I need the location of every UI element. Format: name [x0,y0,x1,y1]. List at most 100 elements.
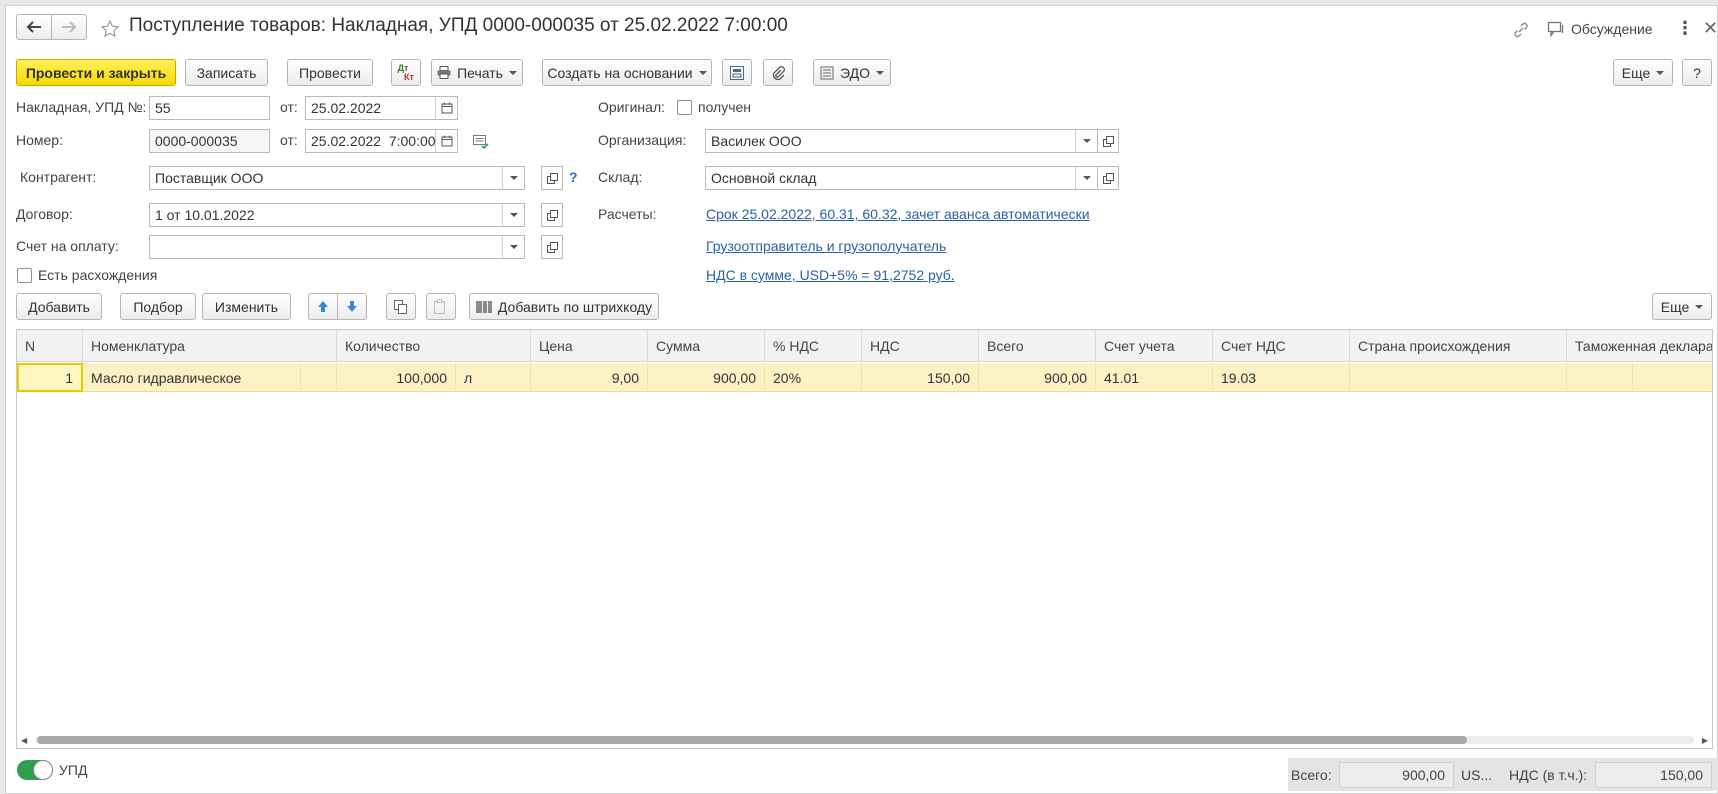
sum-cell[interactable]: 900,00 [648,363,765,392]
scroll-right-icon[interactable]: ▶ [1702,736,1708,745]
discussion-icon[interactable] [1547,21,1565,37]
counterparty-open-button[interactable] [541,166,563,190]
copy-row-button[interactable] [386,293,416,320]
discussion-label[interactable]: Обсуждение [1571,21,1653,37]
account-cell[interactable]: 41.01 [1096,363,1213,392]
scroll-left-icon[interactable]: ◀ [21,736,27,745]
nomenclature-cell[interactable]: Масло гидравлическое [83,363,301,392]
column-header-total[interactable]: Всего [979,330,1096,362]
column-header-account[interactable]: Счет учета [1096,330,1213,362]
chevron-down-icon[interactable] [502,236,524,258]
settlements-link[interactable]: Срок 25.02.2022, 60.31, 60.32, зачет ава… [706,206,1090,222]
scrollbar-thumb[interactable] [37,736,1467,744]
chevron-down-icon[interactable] [502,167,524,189]
post-and-close-button[interactable]: Провести и закрыть [16,59,176,86]
counterparty-help-icon[interactable]: ? [569,169,578,185]
settlements-label: Расчеты: [598,206,657,222]
warehouse-field[interactable]: Основной склад [705,166,1098,190]
payment-invoice-open-button[interactable] [541,235,563,259]
help-button[interactable]: ? [1682,59,1712,86]
vat-rate-cell[interactable]: 20% [765,363,862,392]
column-header-n[interactable]: N [17,330,83,362]
change-button[interactable]: Изменить [202,293,291,320]
quantity-cell[interactable]: 100,000 [337,363,456,392]
history-icon[interactable] [473,135,489,149]
post-button[interactable]: Провести [287,59,373,86]
star-icon[interactable] [100,19,120,39]
chevron-down-icon[interactable] [1075,130,1097,152]
attach-button[interactable] [763,59,793,86]
close-icon[interactable]: ✕ [1703,18,1718,39]
horizontal-scrollbar[interactable] [35,736,1694,744]
add-row-button[interactable]: Добавить [16,293,102,320]
column-header-vat-account[interactable]: Счет НДС [1213,330,1350,362]
arrow-right-icon [62,21,77,33]
table-more-button[interactable]: Еще [1652,293,1712,320]
original-received-label: получен [698,99,752,115]
column-header-vat-rate[interactable]: % НДС [765,330,862,362]
pick-button[interactable]: Подбор [120,293,196,320]
contract-open-button[interactable] [541,203,563,227]
more-actions-icon[interactable]: ⋮ [1676,18,1694,39]
organization-field[interactable]: Василек ООО [705,129,1098,153]
dt-kt-button[interactable]: Дт Кт [391,59,421,86]
edo-button[interactable]: ЭДО [813,59,891,86]
print-button[interactable]: Печать [431,59,523,86]
back-button[interactable] [16,14,52,40]
number-datetime-field[interactable]: 25.02.2022 7:00:00 [305,129,458,153]
move-down-button[interactable] [337,293,367,320]
contract-field[interactable]: 1 от 10.01.2022 [149,203,525,227]
customs-extra-cell[interactable] [1633,363,1712,392]
create-based-on-button[interactable]: Создать на основании [542,59,712,86]
row-number-cell[interactable]: 1 [17,363,83,392]
unit-cell[interactable]: л [456,363,531,392]
column-header-customs-declaration[interactable]: Таможенная деклараци [1567,330,1712,362]
add-by-barcode-label: Добавить по штрихкоду [497,298,653,315]
column-header-quantity[interactable]: Количество [337,330,531,362]
kt-label: Кт [404,71,414,82]
footer-total-label: Всего: [1291,767,1332,783]
total-cell[interactable]: 900,00 [979,363,1096,392]
link-icon[interactable] [1512,21,1530,39]
customs-declaration-cell[interactable] [1567,363,1633,392]
price-cell[interactable]: 9,00 [531,363,648,392]
organization-open-button[interactable] [1097,129,1119,153]
more-button[interactable]: Еще [1613,59,1673,86]
vat-cell[interactable]: 150,00 [862,363,979,392]
column-header-country[interactable]: Страна происхождения [1350,330,1567,362]
chevron-down-icon[interactable] [502,204,524,226]
column-header-sum[interactable]: Сумма [648,330,765,362]
add-by-barcode-button[interactable]: Добавить по штрихкоду [469,293,659,320]
goods-table[interactable]: N Номенклатура Количество Цена Сумма % Н… [16,329,1713,749]
table-row[interactable]: 1 Масло гидравлическое 100,000 л 9,00 90… [17,363,1712,392]
country-cell[interactable] [1350,363,1567,392]
number-label: Номер: [16,132,63,148]
payment-invoice-field[interactable] [149,235,525,259]
calendar-icon[interactable] [435,130,457,152]
column-header-price[interactable]: Цена [531,330,648,362]
chevron-down-icon[interactable] [1075,167,1097,189]
chevron-down-icon [698,70,707,75]
column-header-nomenclature[interactable]: Номенклатура [83,330,337,362]
move-up-button[interactable] [308,293,338,320]
vat-amount-link[interactable]: НДС в сумме, USD+5% = 91,2752 руб. [706,267,955,283]
save-button[interactable]: Записать [185,59,268,86]
warehouse-open-button[interactable] [1097,166,1119,190]
original-received-checkbox[interactable] [677,100,692,115]
calendar-icon[interactable] [435,97,457,119]
open-window-icon [546,172,558,184]
forward-button[interactable] [51,14,87,40]
shipper-consignee-link[interactable]: Грузоотправитель и грузополучатель [706,238,946,254]
counterparty-field[interactable]: Поставщик ООО [149,166,525,190]
nomenclature-extra-cell[interactable] [301,363,337,392]
number-field[interactable]: 0000-000035 [149,129,270,153]
column-header-vat[interactable]: НДС [862,330,979,362]
paste-row-button[interactable] [426,293,456,320]
invoice-number-field[interactable]: 55 [149,96,270,120]
vat-account-cell[interactable]: 19.03 [1213,363,1350,392]
discrepancies-checkbox[interactable] [17,268,32,283]
structure-button[interactable] [722,59,752,86]
invoice-date-field[interactable]: 25.02.2022 [305,96,458,120]
upd-toggle[interactable] [17,760,53,780]
warehouse-value: Основной склад [711,170,817,186]
